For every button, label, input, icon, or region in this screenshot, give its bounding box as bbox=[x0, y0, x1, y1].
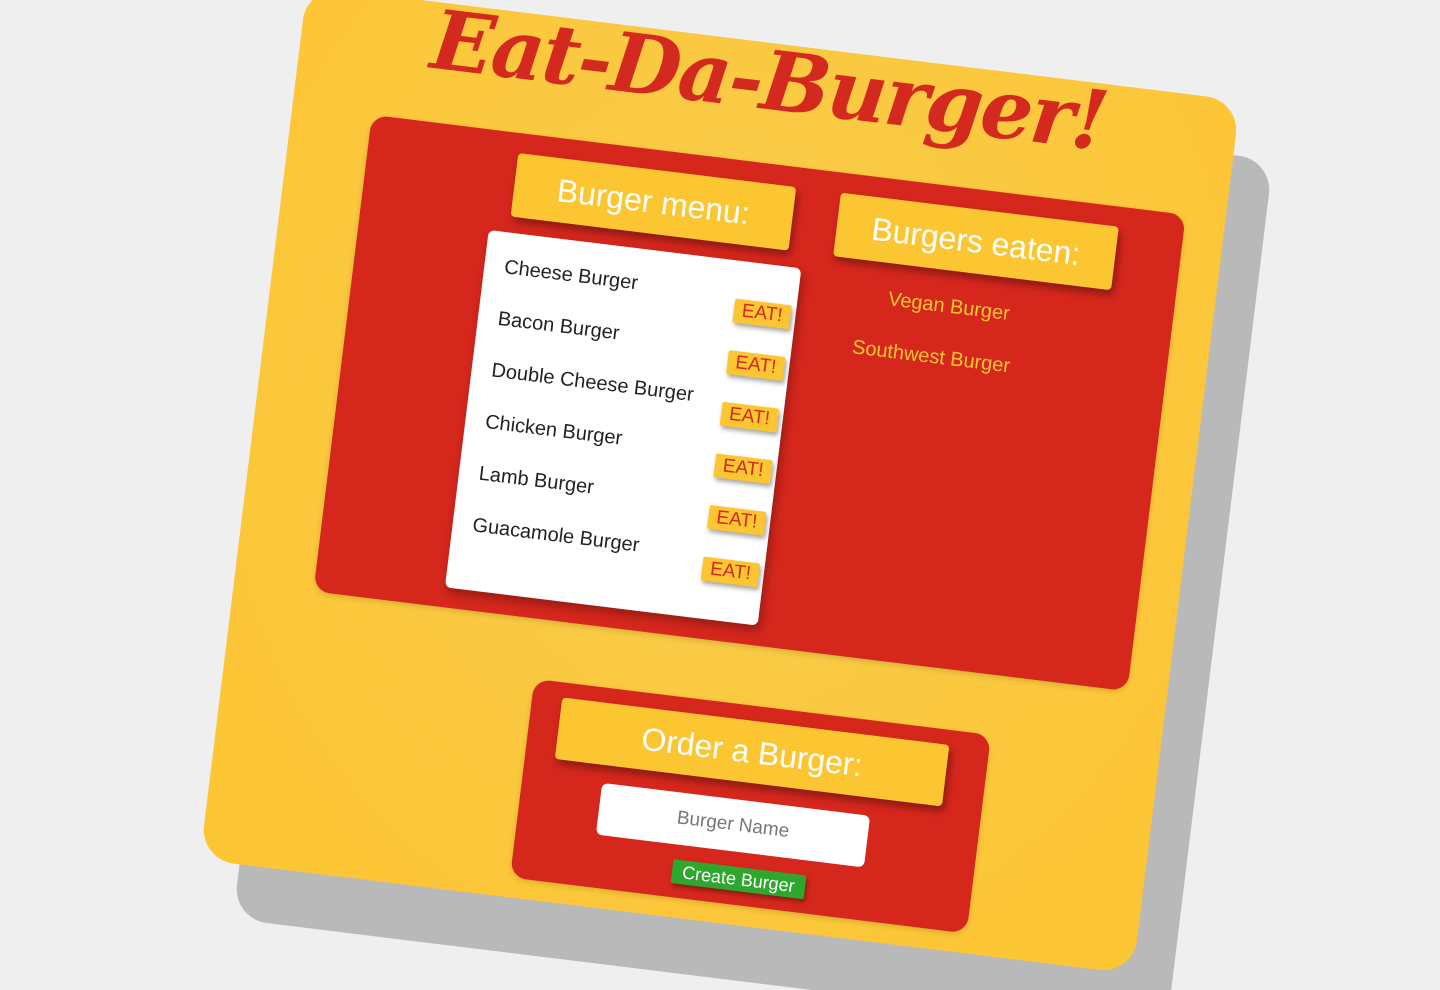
app-card: Eat-Da-Burger! Burger menu: Burgers eate… bbox=[199, 0, 1241, 974]
burgers-eaten-list: Vegan Burger Southwest Burger bbox=[848, 281, 1099, 413]
menu-item-name: Chicken Burger bbox=[483, 411, 624, 450]
eat-button-cheese-burger[interactable]: EAT! bbox=[732, 298, 792, 330]
page-stage: Eat-Da-Burger! Burger menu: Burgers eate… bbox=[0, 0, 1440, 990]
burger-menu-heading: Burger menu: bbox=[510, 152, 797, 251]
menu-item-name: Bacon Burger bbox=[496, 307, 621, 345]
burger-name-input[interactable] bbox=[595, 782, 871, 868]
eat-button-bacon-burger[interactable]: EAT! bbox=[726, 350, 786, 381]
eat-button-chicken-burger[interactable]: EAT! bbox=[713, 453, 773, 485]
order-panel: Order a Burger: Create Burger bbox=[510, 678, 991, 934]
create-burger-button[interactable]: Create Burger bbox=[670, 859, 807, 900]
eat-button-lamb-burger[interactable]: EAT! bbox=[707, 504, 767, 536]
burgers-panel: Burger menu: Burgers eaten: Cheese Burge… bbox=[313, 114, 1186, 692]
eat-button-double-cheese-burger[interactable]: EAT! bbox=[719, 401, 780, 433]
burger-menu-list: Cheese Burger EAT! Bacon Burger EAT! Dou… bbox=[444, 229, 802, 626]
eat-button-guacamole-burger[interactable]: EAT! bbox=[700, 556, 761, 588]
menu-item-name: Guacamole Burger bbox=[471, 514, 641, 557]
menu-item-name: Lamb Burger bbox=[477, 462, 596, 499]
app-card-wrapper: Eat-Da-Burger! Burger menu: Burgers eate… bbox=[199, 0, 1274, 990]
menu-item-name: Cheese Burger bbox=[502, 256, 640, 295]
burgers-eaten-heading: Burgers eaten: bbox=[833, 192, 1119, 291]
